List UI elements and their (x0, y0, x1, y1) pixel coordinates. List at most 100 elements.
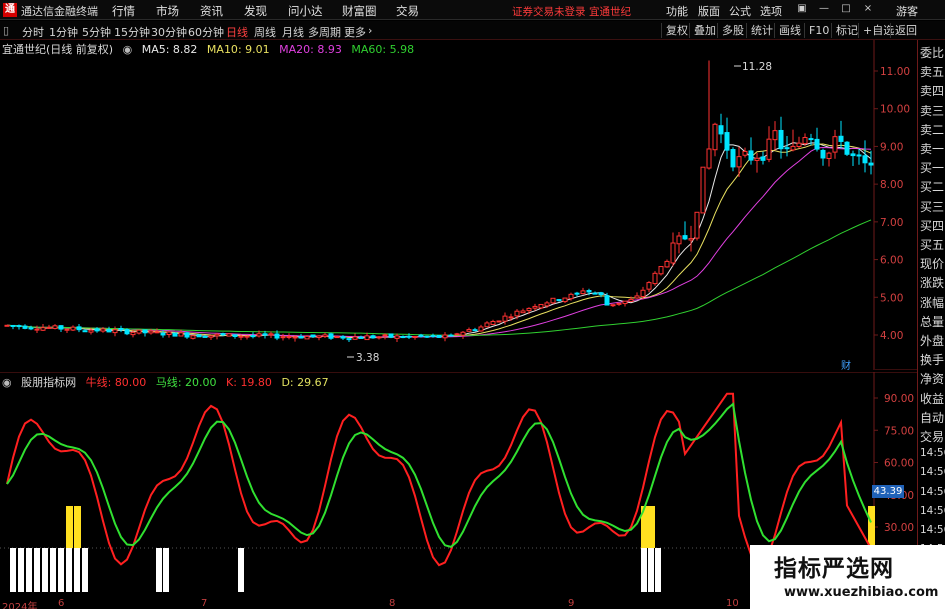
login-warning[interactable]: 证券交易未登录 (512, 4, 586, 19)
sidebar-label: 卖四 (920, 84, 945, 99)
sidebar-label: 收益 (920, 391, 945, 406)
maximize-icon[interactable]: □ (840, 3, 852, 15)
back-button[interactable]: 返回 (890, 23, 921, 38)
watermark-title: 指标严选网 (774, 556, 894, 582)
tab-more[interactable]: 更多 (344, 24, 366, 40)
diejia-button[interactable]: 叠加 (689, 23, 720, 38)
sidebar-label: 现价 (920, 257, 945, 272)
menu-xuanxiang[interactable]: 选项 (760, 3, 782, 19)
sidebar-label: 买三 (920, 199, 945, 214)
candle-body (112, 329, 118, 334)
sidebar-label: 卖二 (920, 122, 945, 137)
candle-body (760, 156, 766, 161)
tab-weekly[interactable]: 周线 (254, 24, 276, 40)
tab-1min[interactable]: 1分钟 (49, 24, 78, 40)
tab-monthly[interactable]: 月线 (282, 24, 304, 40)
ma-settings-icon[interactable]: ◉ (123, 43, 133, 56)
candle-body (106, 329, 112, 333)
close-icon[interactable]: × (862, 3, 874, 15)
tab-daily[interactable]: 日线 (226, 24, 248, 40)
sidebar-label[interactable]: 14:56 (920, 486, 945, 498)
menu-zixun[interactable]: 资讯 (200, 3, 223, 19)
candle-body (652, 272, 658, 285)
kline-chart[interactable]: 11.00 10.00 9.00 8.00 7.00 6.00 5.00 4.00 11.28… (0, 40, 917, 370)
menu-banmian[interactable]: 版面 (698, 3, 720, 19)
sidebar-label: 换手 (920, 353, 945, 368)
sidebar-label[interactable]: 14:56 (920, 505, 945, 517)
ma5-value: MA5: 8.82 (141, 43, 198, 56)
candle-body (844, 141, 850, 155)
candle-body (94, 328, 100, 332)
menu-faxian[interactable]: 发现 (244, 3, 267, 19)
tab-15min[interactable]: 15分钟 (114, 24, 150, 40)
huaxian-button[interactable]: 画线 (774, 23, 805, 38)
tab-5min[interactable]: 5分钟 (82, 24, 111, 40)
candle-body (46, 326, 52, 329)
title-bar: 通 通达信金融终端 行情 市场 资讯 发现 问小达 财富圈 交易 证券交易未登录… (0, 0, 945, 20)
candle-body (40, 327, 46, 331)
collapse-icon[interactable]: ▯ (3, 24, 9, 37)
candle-body (244, 335, 250, 338)
candle-body (688, 238, 694, 241)
candle-body (520, 310, 526, 314)
guest-login[interactable]: 游客 (896, 3, 918, 19)
sidebar-label: 外盘 (920, 334, 945, 348)
menu-wenxiaoda[interactable]: 问小达 (288, 3, 323, 19)
signal-bar (648, 548, 654, 592)
finance-marker[interactable]: 财 (841, 357, 851, 372)
candle-body (622, 300, 628, 305)
candle-body (850, 153, 856, 157)
menu-caifuquan[interactable]: 财富圈 (342, 3, 377, 19)
candle-body (4, 324, 10, 327)
f10-button[interactable]: F10 (804, 23, 833, 38)
sidebar-label[interactable]: 14:56 (920, 466, 945, 478)
candle-body (424, 335, 430, 338)
candle-body (364, 335, 370, 341)
candle-body (766, 138, 772, 160)
candle-body (268, 333, 274, 336)
candle-body (340, 336, 346, 339)
minimize-icon[interactable]: — (818, 3, 830, 15)
date-axis: 2024年 6 7 8 9 10 (0, 598, 750, 609)
candle-body (496, 320, 502, 323)
menu-hangqing[interactable]: 行情 (112, 3, 135, 19)
tab-multi-period[interactable]: 多周期 (308, 24, 341, 40)
candle-body (820, 149, 826, 159)
candle-body (34, 328, 40, 331)
candle-body (172, 332, 178, 337)
candle-body (634, 295, 640, 299)
tab-fenshi[interactable]: 分时 (22, 24, 44, 40)
candle-body (736, 156, 742, 168)
candle-body (262, 333, 268, 336)
indicator-tick-label: 60.00 (884, 458, 914, 470)
candle-body (706, 148, 712, 169)
sidebar-label[interactable]: 交易 (920, 428, 944, 445)
sidebar-label[interactable]: 14:56 (920, 524, 945, 536)
indicator-settings-icon[interactable]: ◉ (2, 376, 12, 389)
candle-body (406, 335, 412, 338)
skin-icon[interactable]: ▣ (796, 3, 808, 15)
candle-body (430, 335, 436, 338)
menu-shichang[interactable]: 市场 (156, 3, 179, 19)
price-tick-label: 11.00 (880, 66, 910, 78)
candle-body (550, 297, 556, 304)
menu-jiaoyi[interactable]: 交易 (396, 3, 419, 19)
fuquan-button[interactable]: 复权 (661, 23, 692, 38)
tab-60min[interactable]: 60分钟 (188, 24, 224, 40)
sidebar-label[interactable]: 14:56 (920, 447, 945, 459)
signal-bar-yellow (74, 506, 81, 548)
candle-body (202, 335, 208, 338)
menu-gongneng[interactable]: 功能 (666, 3, 688, 19)
tab-30min[interactable]: 30分钟 (151, 24, 187, 40)
date-label: 10 (726, 598, 739, 609)
candle-body (226, 333, 232, 337)
candle-body (790, 145, 796, 151)
duogu-button[interactable]: 多股 (717, 23, 748, 38)
tongji-button[interactable]: 统计 (746, 23, 777, 38)
sidebar-label[interactable]: 自动 (920, 409, 944, 426)
menu-gongshi[interactable]: 公式 (729, 3, 751, 19)
more-chevron-icon[interactable]: › (368, 24, 372, 37)
candle-body (76, 326, 82, 331)
candle-body (16, 325, 22, 328)
candle-body (508, 316, 514, 319)
